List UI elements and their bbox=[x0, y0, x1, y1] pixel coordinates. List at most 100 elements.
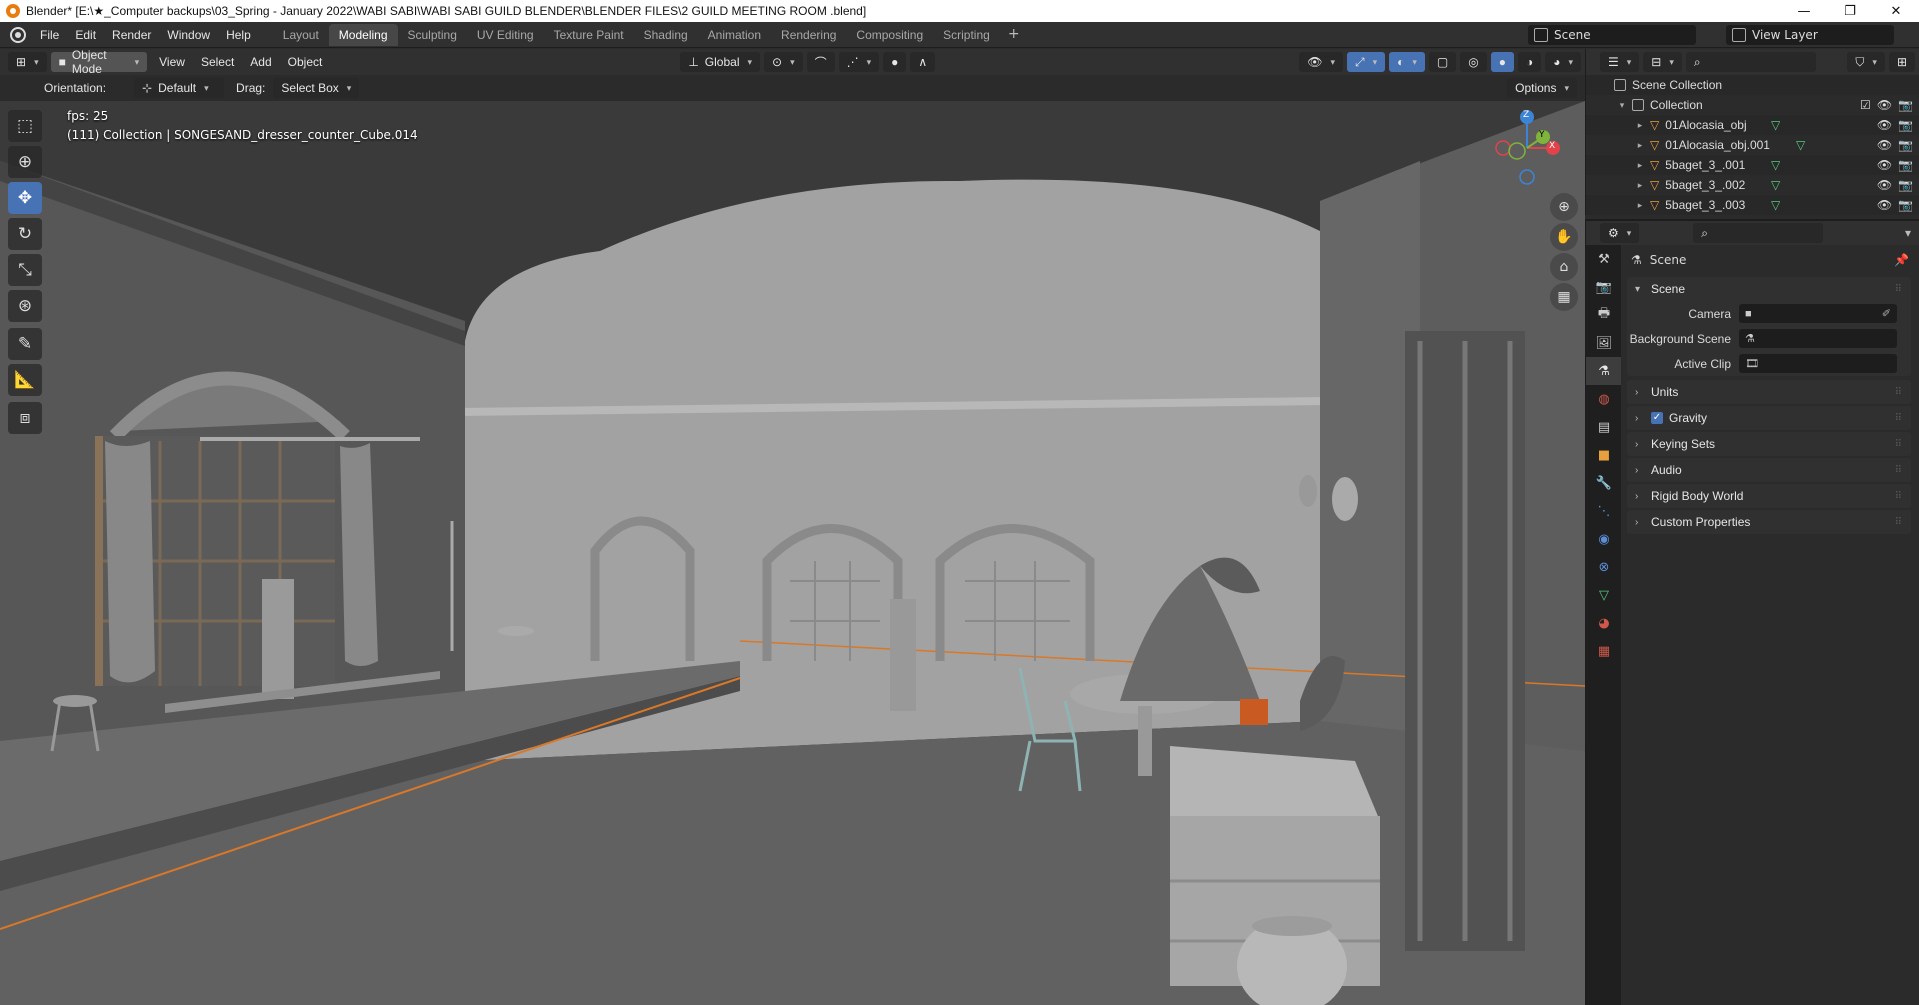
maximize-button[interactable]: ❐ bbox=[1827, 0, 1873, 22]
constraints-tab-icon[interactable]: ⊗ bbox=[1586, 553, 1622, 581]
eye-icon[interactable]: 👁 bbox=[1877, 118, 1892, 132]
snap-target-button[interactable]: ⋰ ▾ bbox=[838, 52, 880, 72]
expand-arrow-icon[interactable]: ▸ bbox=[1634, 120, 1646, 131]
scene-panel-header[interactable]: ▾ Scene ⠿ bbox=[1627, 277, 1911, 301]
move-icon[interactable]: ✥ bbox=[8, 182, 42, 214]
collapse-arrow-icon[interactable]: ▾ bbox=[1616, 100, 1628, 111]
shading-rendered-button[interactable]: ◕ ▾ bbox=[1545, 52, 1581, 72]
measure-icon[interactable]: 📐 bbox=[8, 364, 42, 396]
scene-selector[interactable]: Scene bbox=[1528, 25, 1696, 45]
cursor-icon[interactable]: ⊕ bbox=[8, 146, 42, 178]
keying-sets-panel[interactable]: › Keying Sets ⠿ bbox=[1627, 432, 1911, 456]
close-button[interactable]: ✕ bbox=[1873, 0, 1919, 22]
visibility-button[interactable]: 👁 ▾ bbox=[1299, 52, 1343, 72]
3d-viewport[interactable]: fps: 25 (111) Collection | SONGESAND_dre… bbox=[0, 101, 1585, 1005]
active-clip-field[interactable]: 🎞 bbox=[1739, 354, 1897, 373]
options-button[interactable]: Options ▾ bbox=[1507, 78, 1577, 98]
exclude-checkbox-icon[interactable]: ☑ bbox=[1860, 98, 1871, 112]
add-cube-icon[interactable]: ⧈ bbox=[8, 402, 42, 434]
gravity-panel[interactable]: › ✓ Gravity ⠿ bbox=[1627, 406, 1911, 430]
pin-icon[interactable]: 📌 bbox=[1894, 253, 1909, 267]
render-camera-icon[interactable]: 📷 bbox=[1898, 158, 1913, 172]
tab-animation[interactable]: Animation bbox=[698, 24, 771, 46]
tab-sculpting[interactable]: Sculpting bbox=[398, 24, 467, 46]
world-tab-icon[interactable]: ◍ bbox=[1586, 385, 1622, 413]
display-mode-button[interactable]: ⊟ ▾ bbox=[1643, 52, 1682, 72]
perspective-grid-icon[interactable]: ▦ bbox=[1550, 283, 1578, 311]
object-tab-icon[interactable]: ■ bbox=[1586, 441, 1622, 469]
list-item[interactable]: ▸ ▽ 5baget_3_.001 ▽ 👁 📷 bbox=[1586, 155, 1919, 175]
view-layer-tab-icon[interactable]: 🖼 bbox=[1586, 329, 1622, 357]
outliner-search-input[interactable]: ⌕ bbox=[1685, 52, 1816, 72]
mode-dropdown[interactable]: ■ Object Mode ▾ bbox=[50, 48, 148, 76]
drag-dropdown[interactable]: Select Box ▾ bbox=[273, 78, 360, 98]
select-box-icon[interactable]: ⬚ bbox=[8, 110, 42, 142]
list-item[interactable]: ▸ ▽ 01Alocasia_obj ▽ 👁 📷 bbox=[1586, 115, 1919, 135]
properties-editor-type-button[interactable]: ⚙ ▾ bbox=[1600, 223, 1640, 243]
render-tab-icon[interactable]: 📷 bbox=[1586, 273, 1622, 301]
menu-help[interactable]: Help bbox=[218, 28, 259, 42]
transform-icon[interactable]: ⊛ bbox=[8, 290, 42, 322]
particles-tab-icon[interactable]: ⋱ bbox=[1586, 497, 1622, 525]
tab-texture-paint[interactable]: Texture Paint bbox=[544, 24, 634, 46]
pan-hand-icon[interactable]: ✋ bbox=[1550, 223, 1578, 251]
properties-search-input[interactable]: ⌕ bbox=[1693, 223, 1824, 243]
render-camera-icon[interactable]: 📷 bbox=[1898, 138, 1913, 152]
shading-solid-button[interactable]: ● bbox=[1490, 52, 1514, 72]
list-item[interactable]: ▸ ▽ 5baget_3_.002 ▽ 👁 📷 bbox=[1586, 175, 1919, 195]
list-item[interactable]: ▸ ▽ 5baget_3_.003 ▽ 👁 📷 bbox=[1586, 195, 1919, 215]
output-tab-icon[interactable]: 🖶 bbox=[1586, 301, 1622, 329]
scale-icon[interactable]: ⤡ bbox=[8, 254, 42, 286]
annotate-icon[interactable]: ✎ bbox=[8, 328, 42, 360]
data-tab-icon[interactable]: ▽ bbox=[1586, 581, 1622, 609]
new-collection-icon[interactable]: ⊞ bbox=[1888, 52, 1915, 72]
audio-panel[interactable]: › Audio ⠿ bbox=[1627, 458, 1911, 482]
render-camera-icon[interactable]: 📷 bbox=[1898, 178, 1913, 192]
zoom-icon[interactable]: ⊕ bbox=[1550, 193, 1578, 221]
render-camera-icon[interactable]: 📷 bbox=[1898, 118, 1913, 132]
eye-icon[interactable]: 👁 bbox=[1877, 158, 1892, 172]
gravity-checkbox[interactable]: ✓ bbox=[1651, 412, 1663, 424]
eye-icon[interactable]: 👁 bbox=[1877, 198, 1892, 212]
custom-properties-panel[interactable]: › Custom Properties ⠿ bbox=[1627, 510, 1911, 534]
falloff-button[interactable]: ∧ bbox=[910, 52, 936, 72]
tab-modeling[interactable]: Modeling bbox=[328, 23, 398, 46]
expand-arrow-icon[interactable]: ▸ bbox=[1634, 140, 1646, 151]
tool-tab-icon[interactable]: ⚒ bbox=[1586, 245, 1622, 273]
orientation-dropdown[interactable]: ⊹ Default ▾ bbox=[134, 78, 225, 98]
eye-icon[interactable]: 👁 bbox=[1877, 138, 1892, 152]
menu-window[interactable]: Window bbox=[159, 28, 218, 42]
tab-scripting[interactable]: Scripting bbox=[933, 24, 1000, 46]
expand-arrow-icon[interactable]: ▸ bbox=[1634, 200, 1646, 211]
scene-collection-row[interactable]: Scene Collection bbox=[1586, 75, 1919, 95]
view-layer-selector[interactable]: View Layer bbox=[1726, 25, 1894, 45]
chevron-down-icon[interactable]: ▾ bbox=[1897, 226, 1919, 240]
camera-view-icon[interactable]: ⌂ bbox=[1550, 253, 1578, 281]
menu-object[interactable]: Object bbox=[280, 55, 331, 69]
tab-rendering[interactable]: Rendering bbox=[771, 24, 846, 46]
render-camera-icon[interactable]: 📷 bbox=[1898, 98, 1913, 112]
menu-edit[interactable]: Edit bbox=[67, 28, 104, 42]
tab-shading[interactable]: Shading bbox=[634, 24, 698, 46]
eye-icon[interactable]: 👁 bbox=[1877, 178, 1892, 192]
tab-layout[interactable]: Layout bbox=[273, 24, 329, 46]
texture-tab-icon[interactable]: ▦ bbox=[1586, 637, 1622, 665]
navigation-gizmo[interactable]: Z Y X bbox=[1495, 105, 1567, 191]
collection-row[interactable]: ▾ Collection ☑ 👁 📷 bbox=[1586, 95, 1919, 115]
collection-tab-icon[interactable]: ▤ bbox=[1586, 413, 1622, 441]
eyedropper-icon[interactable]: ✐ bbox=[1882, 307, 1891, 320]
gizmo-toggle-button[interactable]: ⤢ ▾ bbox=[1346, 52, 1386, 72]
menu-render[interactable]: Render bbox=[104, 28, 159, 42]
expand-arrow-icon[interactable]: ▸ bbox=[1634, 180, 1646, 191]
tab-compositing[interactable]: Compositing bbox=[846, 24, 933, 46]
menu-select[interactable]: Select bbox=[193, 55, 242, 69]
overlay-toggle-button[interactable]: ◐ ▾ bbox=[1389, 52, 1425, 72]
editor-type-button[interactable]: ⊞ ▾ bbox=[8, 52, 47, 72]
pivot-point-button[interactable]: ⊙ ▾ bbox=[764, 52, 803, 72]
expand-arrow-icon[interactable]: ▸ bbox=[1634, 160, 1646, 171]
modifier-tab-icon[interactable]: 🔧 bbox=[1586, 469, 1622, 497]
background-scene-field[interactable]: ⚗ bbox=[1739, 329, 1897, 348]
shading-material-button[interactable]: ◑ bbox=[1517, 52, 1542, 72]
add-workspace-button[interactable]: + bbox=[1000, 24, 1028, 46]
proportional-edit-button[interactable]: ● bbox=[883, 52, 907, 72]
